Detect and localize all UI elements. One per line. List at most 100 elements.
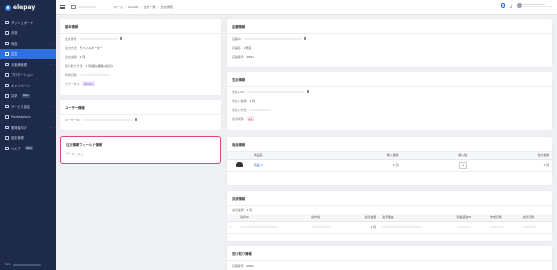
beta-badge: Beta	[21, 93, 30, 98]
store-id-field: 店舗ID:	[227, 34, 552, 43]
product-icon	[5, 41, 9, 45]
product-name-link[interactable]: 商品 2	[254, 163, 263, 167]
help-icon	[5, 146, 9, 150]
account-menu[interactable]	[517, 3, 553, 8]
sidebar-item-service-settings[interactable]: サービス設定 ⌄	[0, 101, 56, 112]
product-info-title: 商品情報	[227, 137, 552, 152]
pickup-store-number-field: 店舗番号: 0001	[232, 263, 254, 268]
payment-info-title: 支払情報	[227, 72, 552, 87]
store-info-title: 店舗情報	[227, 19, 552, 34]
created-at-field: 作成日時:	[60, 70, 221, 79]
column-header: 商品名	[251, 152, 320, 160]
store-number-field: 店舗番号: 0001	[232, 54, 254, 59]
topbar-actions: ? ⤓	[500, 3, 553, 8]
beta-badge: Beta	[25, 146, 34, 151]
marketplace-icon	[5, 115, 9, 119]
payment-state-field: 決済状態: 未払	[232, 116, 255, 121]
pickup-method-field: 受け取り方法: 1 円(税込価格)(割引)	[65, 63, 113, 68]
product-image-icon	[235, 162, 243, 167]
breadcrumb-oneqr[interactable]: OneQR	[128, 5, 139, 9]
payment-info-card: 支払情報 支払いID: 支払い金額: 1 円 支払い方法: 決済状態: 未払	[227, 72, 552, 130]
sidebar-footer: Beta	[5, 263, 41, 266]
breadcrumb-order-detail: 注文詳細	[160, 5, 173, 9]
campaign-icon	[5, 83, 9, 87]
column-header: 決済ID	[237, 214, 309, 222]
table-row: 商品 2 1 円 1 1 円	[227, 159, 552, 172]
pickup-info-title: 受け取り情報	[227, 246, 552, 261]
menu-icon[interactable]	[60, 5, 65, 9]
custom-field-info-card: 注文情報フィールド情報 データ：なし	[60, 136, 221, 164]
settlement-amount-field: 決済金額: 1 円	[232, 208, 253, 212]
settlement-table: 決済ID 操作者 決済金額 決済理由 関連返金ID 作成日時 決済日時 › 1 …	[227, 214, 552, 234]
footer-badge: Beta	[5, 263, 11, 266]
user-info-title: ユーザー情報	[60, 100, 221, 115]
product-info-card: 商品情報 商品名 購入価格 購入数 合計金額 商品 2 1 円 1 1 円	[227, 137, 552, 185]
copy-icon[interactable]	[119, 37, 123, 40]
table-header-row: 決済ID 操作者 決済金額 決済理由 関連返金ID 作成日時 決済日時	[227, 214, 552, 222]
breadcrumb-home[interactable]: ホーム	[114, 5, 123, 9]
admin-icon	[5, 136, 9, 140]
sidebar-item-dashboard[interactable]: ダッシュボード	[0, 17, 56, 28]
pickup-info-card: 受け取り情報 店舗番号: 0001	[227, 246, 552, 270]
column-header: 決済金額	[350, 214, 379, 222]
brand-logo[interactable]: elepay	[0, 0, 56, 17]
expand-row-icon[interactable]: ›	[227, 221, 237, 234]
download-icon[interactable]: ⤓	[510, 3, 512, 8]
sidebar-item-admin[interactable]: 設定管理	[0, 133, 56, 144]
basic-info-title: 基本情報	[60, 19, 221, 34]
user-id-field: ユーザーID:	[60, 115, 221, 124]
order-method-field: 注文方法: モバイルオーダー	[65, 45, 103, 50]
payment-icon	[5, 31, 9, 35]
top-bar: ホーム / OneQR / 注文一覧 / 注文詳細 ? ⤓	[56, 0, 557, 15]
column-header: 作成日時	[487, 214, 520, 222]
dashboard-icon	[5, 20, 9, 24]
payment-id-field: 支払いID:	[227, 87, 552, 96]
sidebar-item-billing[interactable]: 請求 Beta	[0, 91, 56, 102]
status-field: ステータス: 受付待ち	[65, 81, 95, 86]
custom-field-info-title: 注文情報フィールド情報	[66, 143, 103, 147]
promotion-icon	[5, 73, 9, 77]
copy-icon[interactable]	[303, 37, 307, 40]
copy-icon[interactable]	[134, 118, 138, 121]
store-name-field: 店舗名: 1号店	[232, 45, 252, 50]
column-header: 操作者	[308, 214, 351, 222]
sidebar-item-orders[interactable]: 注文	[0, 48, 56, 59]
column-header: 購入数	[401, 152, 470, 160]
settlement-info-card: 決済情報 決済金額: 1 円 決済ID 操作者 決済金額 決済理由 関連返金ID …	[227, 191, 552, 241]
sidebar: elepay ダッシュボード 決済 商品 ⌄ 注文 お客様管理 ⌄ プロモーション …	[0, 0, 56, 270]
store-info-card: 店舗情報 店舗ID: 店舗名: 1号店 店舗番号: 0001	[227, 19, 552, 67]
customer-icon	[5, 62, 9, 66]
sidebar-item-products[interactable]: 商品 ⌄	[0, 38, 56, 49]
sidebar-item-payments[interactable]: 決済	[0, 28, 56, 39]
breadcrumb-order-list[interactable]: 注文一覧	[144, 5, 156, 9]
store-switcher[interactable]	[71, 5, 96, 9]
table-row[interactable]: › 1 円	[227, 221, 552, 234]
chevron-down-icon: ⌄	[49, 62, 52, 67]
chevron-down-icon: ⌄	[49, 125, 52, 130]
billing-icon	[5, 94, 9, 98]
empty-data-text: データ：なし	[66, 152, 84, 156]
table-header-row: 商品名 購入価格 購入数 合計金額	[227, 152, 552, 160]
copy-icon[interactable]	[306, 90, 310, 93]
brand-name: elepay	[13, 4, 36, 11]
sidebar-item-developers[interactable]: 開発者向け ⌄	[0, 122, 56, 133]
sidebar-item-customers[interactable]: お客様管理 ⌄	[0, 59, 56, 70]
question-icon[interactable]: ?	[500, 3, 506, 8]
footer-text-redacted	[12, 263, 41, 266]
elepay-logo-icon	[5, 4, 11, 11]
sidebar-item-campaigns[interactable]: キャンペーン	[0, 80, 56, 91]
column-header: 決済理由	[378, 214, 454, 222]
code-icon	[5, 125, 9, 129]
status-badge: 受付待ち	[82, 81, 95, 86]
store-icon	[71, 5, 76, 9]
column-header: 関連返金ID	[453, 214, 488, 222]
amount-cell: 1 円	[350, 221, 379, 234]
chevron-down-icon: ⌄	[49, 41, 52, 46]
quantity-value: 1	[459, 161, 467, 169]
column-header: 決済日時	[519, 214, 552, 222]
sidebar-item-promotions[interactable]: プロモーション	[0, 70, 56, 81]
sidebar-item-marketplace[interactable]: Marketplace	[0, 112, 56, 123]
sidebar-item-help[interactable]: ヘルプ Beta	[0, 143, 56, 154]
settlement-info-title: 決済情報	[227, 191, 552, 206]
order-number-field: 注文番号:	[60, 34, 221, 43]
